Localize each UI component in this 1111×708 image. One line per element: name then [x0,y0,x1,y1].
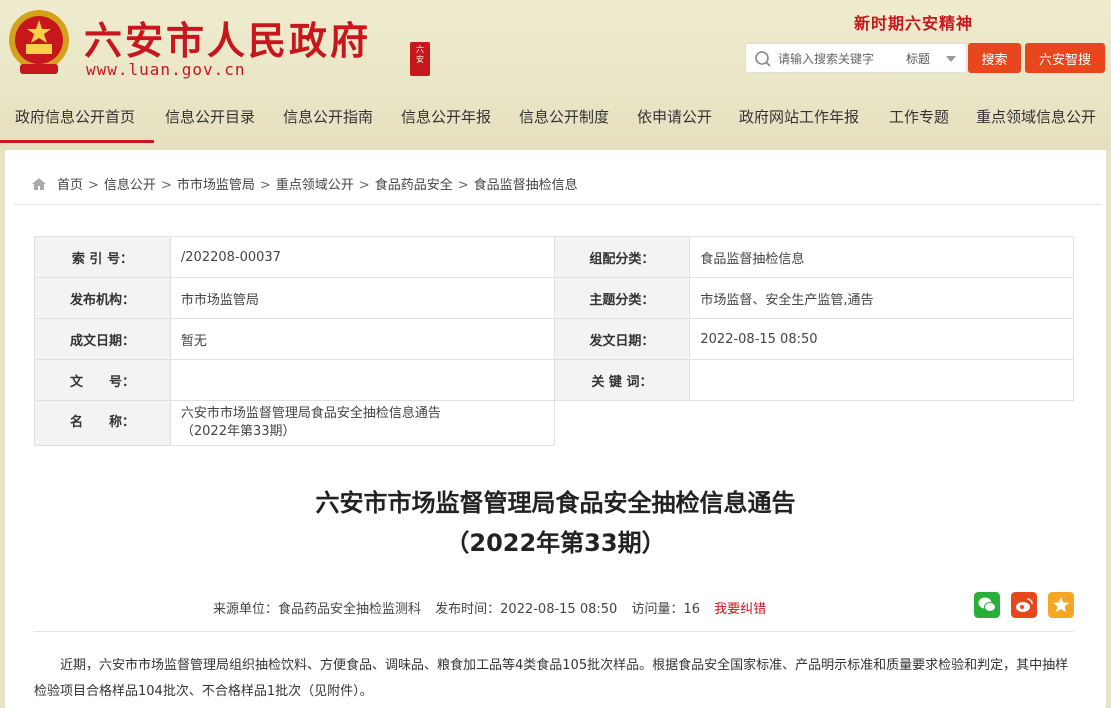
nav-item-guide[interactable]: 信息公开指南 [283,106,373,127]
search-box: 标题 [745,43,967,73]
home-icon [32,178,46,190]
keywords-value [689,359,1074,401]
publisher-value: 市市场监管局 [169,277,555,319]
category-label: 组配分类： [553,236,691,278]
search-input[interactable] [778,49,888,69]
issued-date-label: 发文日期： [553,318,691,360]
seal-stamp: 六安 [410,42,430,76]
wechat-icon[interactable] [974,592,1000,618]
document-number-label: 文 号： [34,359,171,401]
divider [34,631,1074,632]
article-title: 六安市市场监督管理局食品安全抽检信息通告 （2022年第33期） [315,489,796,557]
breadcrumb-item[interactable]: 食品监督抽检信息 [474,178,578,193]
divider [13,204,1101,205]
nav-item-website-report[interactable]: 政府网站工作年报 [739,106,859,127]
name-label: 名 称： [34,400,171,446]
metadata-table: 索 引 号： /202208-00037 组配分类： 食品监督抽检信息 发布机构… [34,236,1074,446]
chevron-down-icon[interactable] [946,56,956,62]
breadcrumb-item[interactable]: 重点领域公开 [276,178,354,193]
keywords-label: 关 键 词： [553,359,691,401]
topic-value: 市场监督、安全生产监管,通告 [689,277,1074,319]
issued-date-value: 2022-08-15 08:50 [689,318,1074,360]
nav-item-request[interactable]: 依申请公开 [637,106,712,127]
breadcrumb: 首页 > 信息公开 > 市市场监管局 > 重点领域公开 > 食品药品安全 > 食品监督抽检信息 [31,174,578,193]
breadcrumb-item[interactable]: 首页 [57,178,83,193]
created-date-label: 成文日期： [34,318,171,360]
search-scope-select[interactable]: 标题 [906,50,930,67]
national-emblem-icon [9,10,69,74]
nav-active-underline [0,140,154,143]
breadcrumb-item[interactable]: 市市场监管局 [177,178,255,193]
topic-label: 主题分类： [553,277,691,319]
nav-item-catalog[interactable]: 信息公开目录 [165,106,255,127]
article-source: 来源单位：食品药品安全抽检监测科 [213,602,422,617]
search-icon [755,51,771,67]
slogan: 新时期六安精神 [854,14,974,33]
publisher-label: 发布机构： [34,277,171,319]
favorite-star-icon[interactable] [1048,592,1074,618]
index-label: 索 引 号： [34,236,171,278]
nav-item-system[interactable]: 信息公开制度 [519,106,609,127]
nav-item-annual-report[interactable]: 信息公开年报 [401,106,491,127]
nav-item-topics[interactable]: 工作专题 [889,106,949,127]
category-value: 食品监督抽检信息 [689,236,1074,278]
article-published: 发布时间：2022-08-15 08:50 [435,602,618,617]
article-info: 来源单位：食品药品安全抽检监测科 发布时间：2022-08-15 08:50 访… [213,598,776,617]
nav-item-key-areas[interactable]: 重点领域信息公开 [976,106,1096,127]
site-url: www.luan.gov.cn [86,60,246,79]
search-button[interactable]: 搜索 [968,43,1021,73]
main-nav: 政府信息公开首页 信息公开目录 信息公开指南 信息公开年报 信息公开制度 依申请… [0,98,1111,144]
name-value: 六安市市场监督管理局食品安全抽检信息通告 （2022年第33期） [169,400,555,446]
breadcrumb-item[interactable]: 信息公开 [104,178,156,193]
nav-item-home[interactable]: 政府信息公开首页 [15,106,135,127]
site-header: 六安市人民政府 www.luan.gov.cn 六安 新时期六安精神 标题 搜索… [0,0,1111,150]
article-views: 访问量：16 [631,602,700,617]
report-error-link[interactable]: 我要纠错 [714,602,766,617]
weibo-icon[interactable] [1011,592,1037,618]
smart-search-button[interactable]: 六安智搜 [1025,43,1105,73]
content-panel: 首页 > 信息公开 > 市市场监管局 > 重点领域公开 > 食品药品安全 > 食品监督抽检信息 索 … [5,150,1106,708]
index-value: /202208-00037 [169,236,555,278]
site-title[interactable]: 六安市人民政府 [84,10,371,65]
document-number-value [169,359,555,401]
breadcrumb-item[interactable]: 食品药品安全 [375,178,453,193]
created-date-value: 暂无 [169,318,555,360]
article-body: 近期，六安市市场监督管理局组织抽检饮料、方便食品、调味品、粮食加工品等4类食品1… [34,658,1069,699]
